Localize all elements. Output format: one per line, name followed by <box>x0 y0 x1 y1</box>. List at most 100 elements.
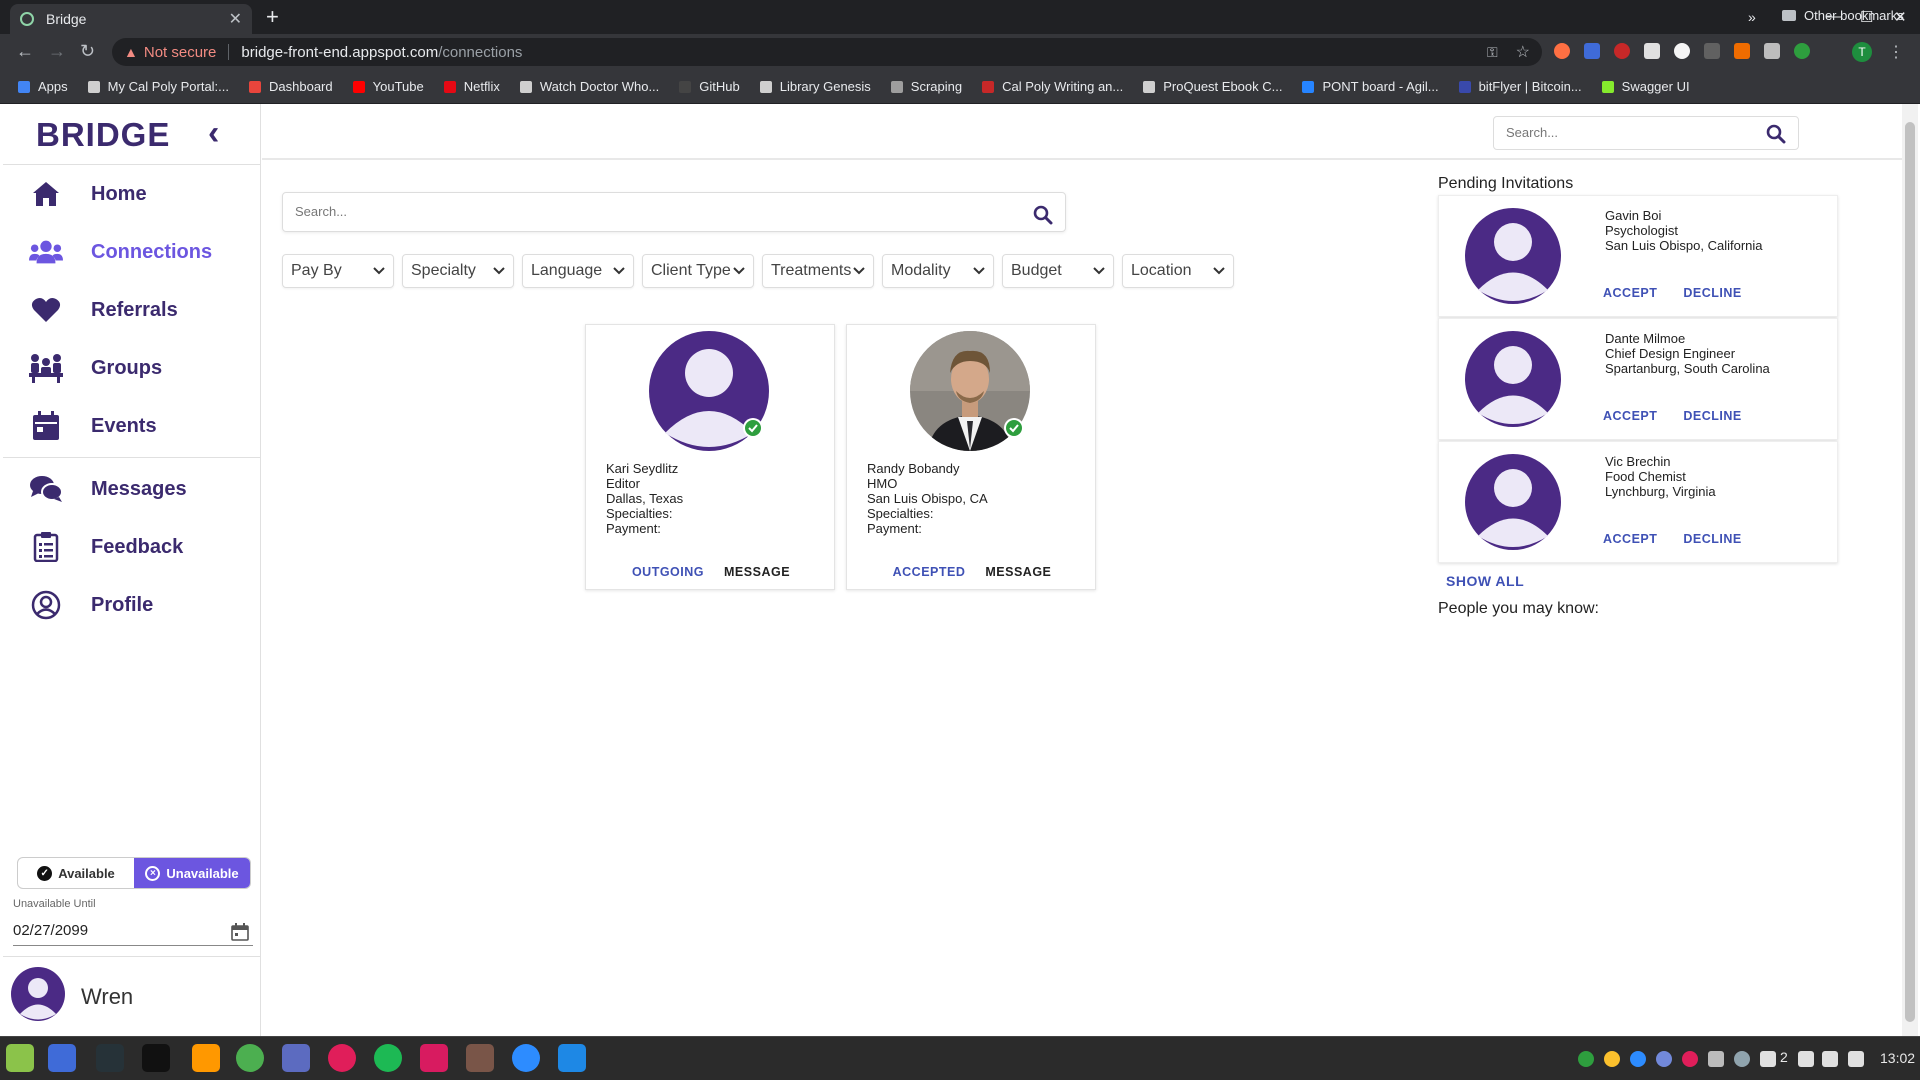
sidebar-item-feedback[interactable]: Feedback <box>3 518 261 576</box>
chrome-icon[interactable] <box>236 1044 264 1072</box>
accept-button[interactable]: ACCEPT <box>1603 409 1657 423</box>
address-bar[interactable]: ▲ Not secure bridge-front-end.appspot.co… <box>112 38 1542 66</box>
extension-icon[interactable] <box>1584 43 1600 59</box>
extension-icon[interactable] <box>1734 43 1750 59</box>
unavailable-button[interactable]: × Unavailable <box>134 858 250 888</box>
other-bookmarks[interactable]: Other bookmarks <box>1782 8 1904 23</box>
mint-menu-icon[interactable] <box>6 1044 34 1072</box>
search-icon[interactable] <box>1033 202 1053 240</box>
available-button[interactable]: ✓ Available <box>18 858 134 888</box>
slack-icon[interactable] <box>328 1044 356 1072</box>
zoom-icon[interactable] <box>512 1044 540 1072</box>
filter-language[interactable]: Language <box>522 254 634 288</box>
zoom-tray-icon[interactable] <box>1630 1051 1646 1067</box>
terminal-icon[interactable] <box>142 1044 170 1072</box>
bookmark-item[interactable]: Watch Doctor Who... <box>519 79 659 94</box>
bookmark-item[interactable]: Netflix <box>443 79 500 94</box>
header-search-input[interactable]: Search... <box>1493 116 1799 150</box>
tray-app-icon[interactable] <box>1578 1051 1594 1067</box>
page-scrollbar[interactable] <box>1902 104 1918 1036</box>
chrome-tray-icon[interactable] <box>1604 1051 1620 1067</box>
sound-icon[interactable] <box>1822 1051 1838 1067</box>
bookmark-item[interactable]: GitHub <box>679 79 740 94</box>
wifi-icon[interactable] <box>1798 1051 1814 1067</box>
extension-icon[interactable] <box>1644 43 1660 59</box>
current-user[interactable]: Wren <box>3 956 261 1036</box>
not-secure-label[interactable]: Not secure <box>144 44 217 61</box>
slack-tray-icon[interactable] <box>1682 1051 1698 1067</box>
search-icon[interactable] <box>1766 124 1786 156</box>
filter-treatments[interactable]: Treatments <box>762 254 874 288</box>
bluetooth-icon[interactable] <box>1734 1051 1750 1067</box>
filter-client-type[interactable]: Client Type <box>642 254 754 288</box>
profile-avatar[interactable]: T <box>1852 42 1872 62</box>
bookmark-item[interactable]: My Cal Poly Portal:... <box>87 79 229 94</box>
decline-button[interactable]: DECLINE <box>1683 286 1741 300</box>
bookmark-item[interactable]: Dashboard <box>249 79 333 94</box>
bookmark-star-icon[interactable]: ☆ <box>1516 42 1530 62</box>
accept-button[interactable]: ACCEPT <box>1603 532 1657 546</box>
workspace-icon[interactable] <box>1760 1051 1776 1067</box>
camera-icon[interactable] <box>1764 43 1780 59</box>
calendar-picker-icon[interactable] <box>231 922 249 941</box>
new-tab-icon[interactable]: + <box>266 4 279 30</box>
filter-specialty[interactable]: Specialty <box>402 254 514 288</box>
message-button[interactable]: MESSAGE <box>724 565 790 579</box>
forward-icon[interactable]: → <box>48 41 66 62</box>
show-all-button[interactable]: SHOW ALL <box>1446 573 1524 589</box>
filter-budget[interactable]: Budget <box>1002 254 1114 288</box>
bookmark-item[interactable]: Cal Poly Writing an... <box>982 79 1123 94</box>
unavailable-until-date-field[interactable]: 02/27/2099 <box>13 916 253 946</box>
bookmark-item[interactable]: PONT board - Agil... <box>1302 79 1439 94</box>
mysql-workbench-icon[interactable] <box>558 1044 586 1072</box>
back-icon[interactable]: ← <box>16 41 34 62</box>
message-button[interactable]: MESSAGE <box>985 565 1051 579</box>
brand-logo[interactable]: BRIDGE <box>36 116 170 154</box>
reload-icon[interactable]: ↻ <box>80 41 95 62</box>
connection-card[interactable]: Randy Bobandy HMO San Luis Obispo, CA Sp… <box>846 324 1096 590</box>
filter-location[interactable]: Location <box>1122 254 1234 288</box>
accept-button[interactable]: ACCEPT <box>1603 286 1657 300</box>
status-button[interactable]: OUTGOING <box>632 565 704 579</box>
sidebar-item-messages[interactable]: Messages <box>3 460 261 518</box>
extension-icon[interactable] <box>1794 43 1810 59</box>
system-monitor-icon[interactable] <box>96 1044 124 1072</box>
extension-icon[interactable] <box>1554 43 1570 59</box>
status-button[interactable]: ACCEPTED <box>893 565 966 579</box>
desktop-icon[interactable] <box>48 1044 76 1072</box>
bookmark-item[interactable]: Apps <box>18 79 68 94</box>
connections-search-input[interactable]: Search... <box>282 192 1066 232</box>
more-bookmarks-icon[interactable]: » <box>1748 9 1756 25</box>
key-icon[interactable]: ⚿ <box>1487 44 1498 61</box>
ublock-icon[interactable] <box>1614 43 1630 59</box>
shield-icon[interactable] <box>1708 1051 1724 1067</box>
collapse-sidebar-icon[interactable]: ‹ <box>208 114 219 153</box>
discord-icon[interactable] <box>1656 1051 1672 1067</box>
intellij-icon[interactable] <box>420 1044 448 1072</box>
filter-modality[interactable]: Modality <box>882 254 994 288</box>
extension-icon[interactable] <box>1704 43 1720 59</box>
extension-icon[interactable] <box>1674 43 1690 59</box>
decline-button[interactable]: DECLINE <box>1683 409 1741 423</box>
sidebar-item-connections[interactable]: Connections <box>3 223 261 281</box>
sidebar-item-groups[interactable]: Groups <box>3 339 261 397</box>
bookmark-item[interactable]: YouTube <box>352 79 424 94</box>
minecraft-icon[interactable] <box>466 1044 494 1072</box>
bookmark-item[interactable]: bitFlyer | Bitcoin... <box>1458 79 1582 94</box>
connection-card[interactable]: Kari Seydlitz Editor Dallas, Texas Speci… <box>585 324 835 590</box>
scrollbar-thumb[interactable] <box>1905 122 1915 1022</box>
bookmark-item[interactable]: ProQuest Ebook C... <box>1143 79 1282 94</box>
sidebar-item-profile[interactable]: Profile <box>3 576 261 634</box>
bookmark-item[interactable]: Scraping <box>890 79 962 94</box>
menu-icon[interactable]: ⋮ <box>1888 42 1904 62</box>
sidebar-item-referrals[interactable]: Referrals <box>3 281 261 339</box>
decline-button[interactable]: DECLINE <box>1683 532 1741 546</box>
battery-icon[interactable] <box>1848 1051 1864 1067</box>
browser-tab[interactable]: Bridge ✕ <box>10 4 252 34</box>
spotify-icon[interactable] <box>374 1044 402 1072</box>
files-icon[interactable] <box>282 1044 310 1072</box>
sidebar-item-events[interactable]: Events <box>3 397 261 455</box>
close-tab-icon[interactable]: ✕ <box>229 9 242 29</box>
bookmark-item[interactable]: Swagger UI <box>1601 79 1690 94</box>
filter-pay-by[interactable]: Pay By <box>282 254 394 288</box>
